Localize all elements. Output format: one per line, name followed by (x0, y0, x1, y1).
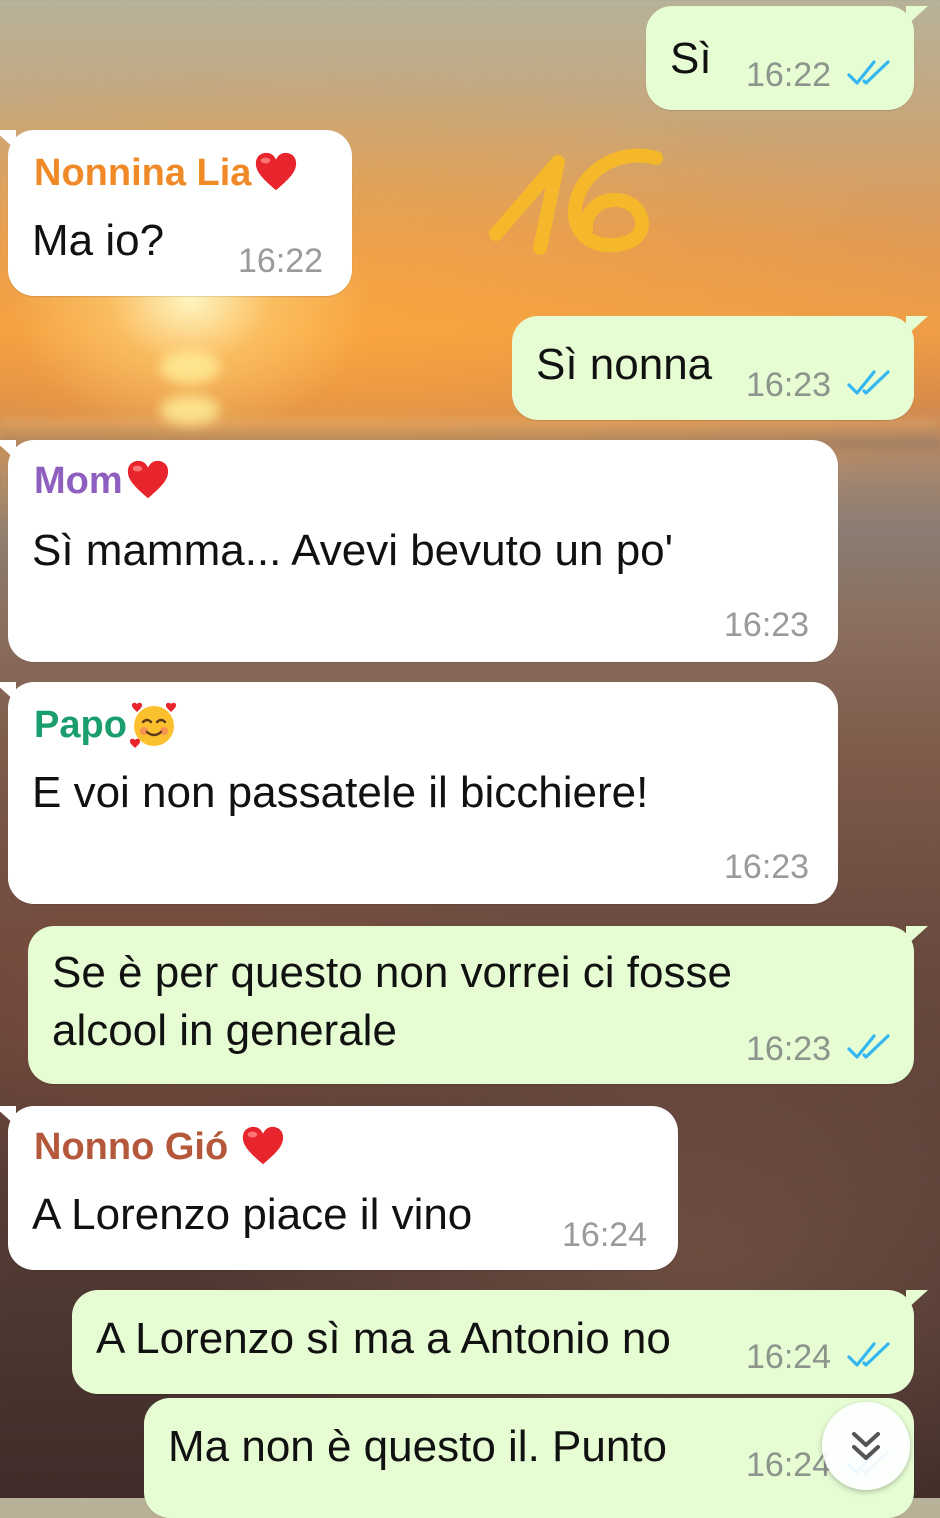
message-time: 16:22 (746, 56, 832, 94)
red-heart-icon (256, 152, 297, 191)
message-text: A Lorenzo sì ma a Antonio no (96, 1314, 671, 1363)
sender-name-nonnina-lia[interactable]: Nonnina Lia (34, 150, 299, 196)
outgoing-message[interactable]: Se è per questo non vorrei ci fosse alco… (28, 926, 928, 1084)
sender-label: Nonno Gió (34, 1125, 229, 1168)
outgoing-message[interactable]: Sì 16:22 (646, 6, 928, 110)
incoming-message[interactable]: Papo E voi non passatele il bicchiere! 1… (0, 682, 838, 904)
message-time: 16:22 (238, 242, 324, 280)
handwritten-doodle (489, 148, 663, 255)
sender-label: Papo (34, 703, 127, 746)
sender-label: Nonnina Lia (34, 151, 252, 194)
background-sun-reflection (160, 395, 220, 425)
incoming-message[interactable]: Nonnina Lia Ma io? 16:22 (0, 130, 352, 296)
sender-name-mom[interactable]: Mom (34, 458, 171, 504)
message-text-line-1: Se è per questo non vorrei ci fosse (52, 948, 732, 997)
outgoing-message[interactable]: A Lorenzo sì ma a Antonio no 16:24 (72, 1290, 928, 1394)
scroll-to-bottom-button[interactable] (822, 1402, 910, 1490)
double-chevron-down-icon (852, 1432, 880, 1460)
message-text: Ma io? (32, 216, 165, 265)
message-time: 16:24 (746, 1338, 832, 1376)
message-time: 16:23 (724, 606, 810, 644)
sender-name-nonno-gio[interactable]: Nonno Gió (34, 1124, 286, 1170)
message-text: E voi non passatele il bicchiere! (32, 768, 649, 817)
double-check-read-icon (847, 1342, 890, 1367)
message-text: Ma non è questo il. Punto (168, 1422, 667, 1471)
smiling-face-with-hearts-icon (129, 702, 176, 748)
message-time: 16:23 (746, 366, 832, 404)
message-time: 16:24 (562, 1216, 648, 1254)
outgoing-message[interactable]: Ma non è questo il. Punto 16:24 (144, 1398, 914, 1518)
double-check-read-icon (847, 370, 890, 395)
message-time: 16:23 (746, 1030, 832, 1068)
message-text: Sì mamma... Avevi bevuto un po' (32, 526, 674, 575)
double-check-read-icon (847, 60, 890, 85)
sender-label: Mom (34, 459, 123, 502)
background-sun-reflection (160, 350, 220, 384)
red-heart-icon (243, 1126, 284, 1165)
message-text: Sì (670, 34, 712, 83)
outgoing-message[interactable]: Sì nonna 16:23 (512, 316, 928, 420)
message-time: 16:23 (724, 848, 810, 886)
red-heart-icon (127, 460, 168, 499)
message-text-line-2: alcool in generale (52, 1006, 397, 1055)
sender-name-papo[interactable]: Papo (34, 700, 179, 750)
double-check-read-icon (847, 1034, 890, 1059)
message-time: 16:24 (746, 1446, 832, 1484)
incoming-message[interactable]: Nonno Gió A Lorenzo piace il vino 16:24 (0, 1106, 678, 1270)
message-text: Sì nonna (536, 340, 713, 389)
message-text: A Lorenzo piace il vino (32, 1190, 473, 1239)
incoming-message[interactable]: Mom Sì mamma... Avevi bevuto un po' 16:2… (0, 440, 838, 662)
